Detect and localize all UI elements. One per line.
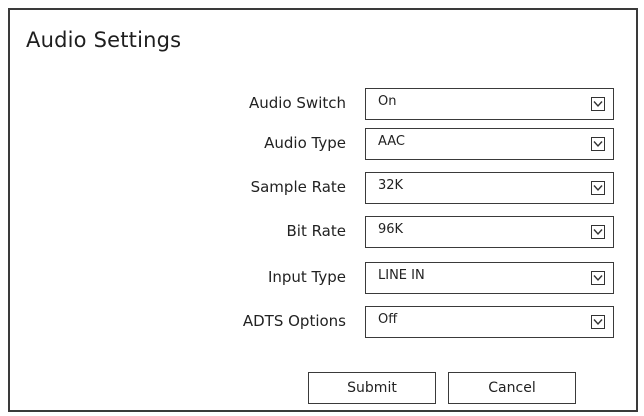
bit-rate-value: 96K xyxy=(378,222,404,237)
input-type-row: Input Type LINE IN xyxy=(10,262,640,294)
audio-type-select[interactable]: AAC xyxy=(365,128,614,160)
adts-options-label: ADTS Options xyxy=(242,312,346,330)
adts-options-select[interactable]: Off xyxy=(365,306,614,338)
adts-options-value: Off xyxy=(378,312,398,327)
bit-rate-row: Bit Rate 96K xyxy=(10,216,640,248)
adts-options-row: ADTS Options Off xyxy=(10,306,640,338)
audio-type-label: Audio Type xyxy=(264,134,346,152)
cancel-button[interactable]: Cancel xyxy=(448,372,576,404)
bit-rate-select[interactable]: 96K xyxy=(365,216,614,248)
audio-type-row: Audio Type AAC xyxy=(10,128,640,160)
chevron-down-icon[interactable] xyxy=(591,315,605,329)
chevron-down-icon[interactable] xyxy=(591,137,605,151)
sample-rate-select[interactable]: 32K xyxy=(365,172,614,204)
audio-switch-select[interactable]: On xyxy=(365,88,614,120)
sample-rate-value: 32K xyxy=(378,178,404,193)
chevron-down-icon[interactable] xyxy=(591,225,605,239)
chevron-down-icon[interactable] xyxy=(591,271,605,285)
sample-rate-row: Sample Rate 32K xyxy=(10,172,640,204)
audio-switch-label: Audio Switch xyxy=(249,94,346,112)
input-type-value: LINE IN xyxy=(378,268,425,283)
input-type-select[interactable]: LINE IN xyxy=(365,262,614,294)
audio-switch-row: Audio Switch On xyxy=(10,88,640,120)
input-type-label: Input Type xyxy=(267,268,346,286)
audio-settings-panel: Audio Settings Audio Switch On Audio Typ… xyxy=(8,8,638,412)
audio-type-value: AAC xyxy=(378,134,405,149)
chevron-down-icon[interactable] xyxy=(591,181,605,195)
bit-rate-label: Bit Rate xyxy=(286,222,346,240)
submit-button[interactable]: Submit xyxy=(308,372,436,404)
sample-rate-label: Sample Rate xyxy=(250,178,346,196)
page-title: Audio Settings xyxy=(26,28,182,52)
chevron-down-icon[interactable] xyxy=(591,97,605,111)
audio-switch-value: On xyxy=(378,94,397,109)
